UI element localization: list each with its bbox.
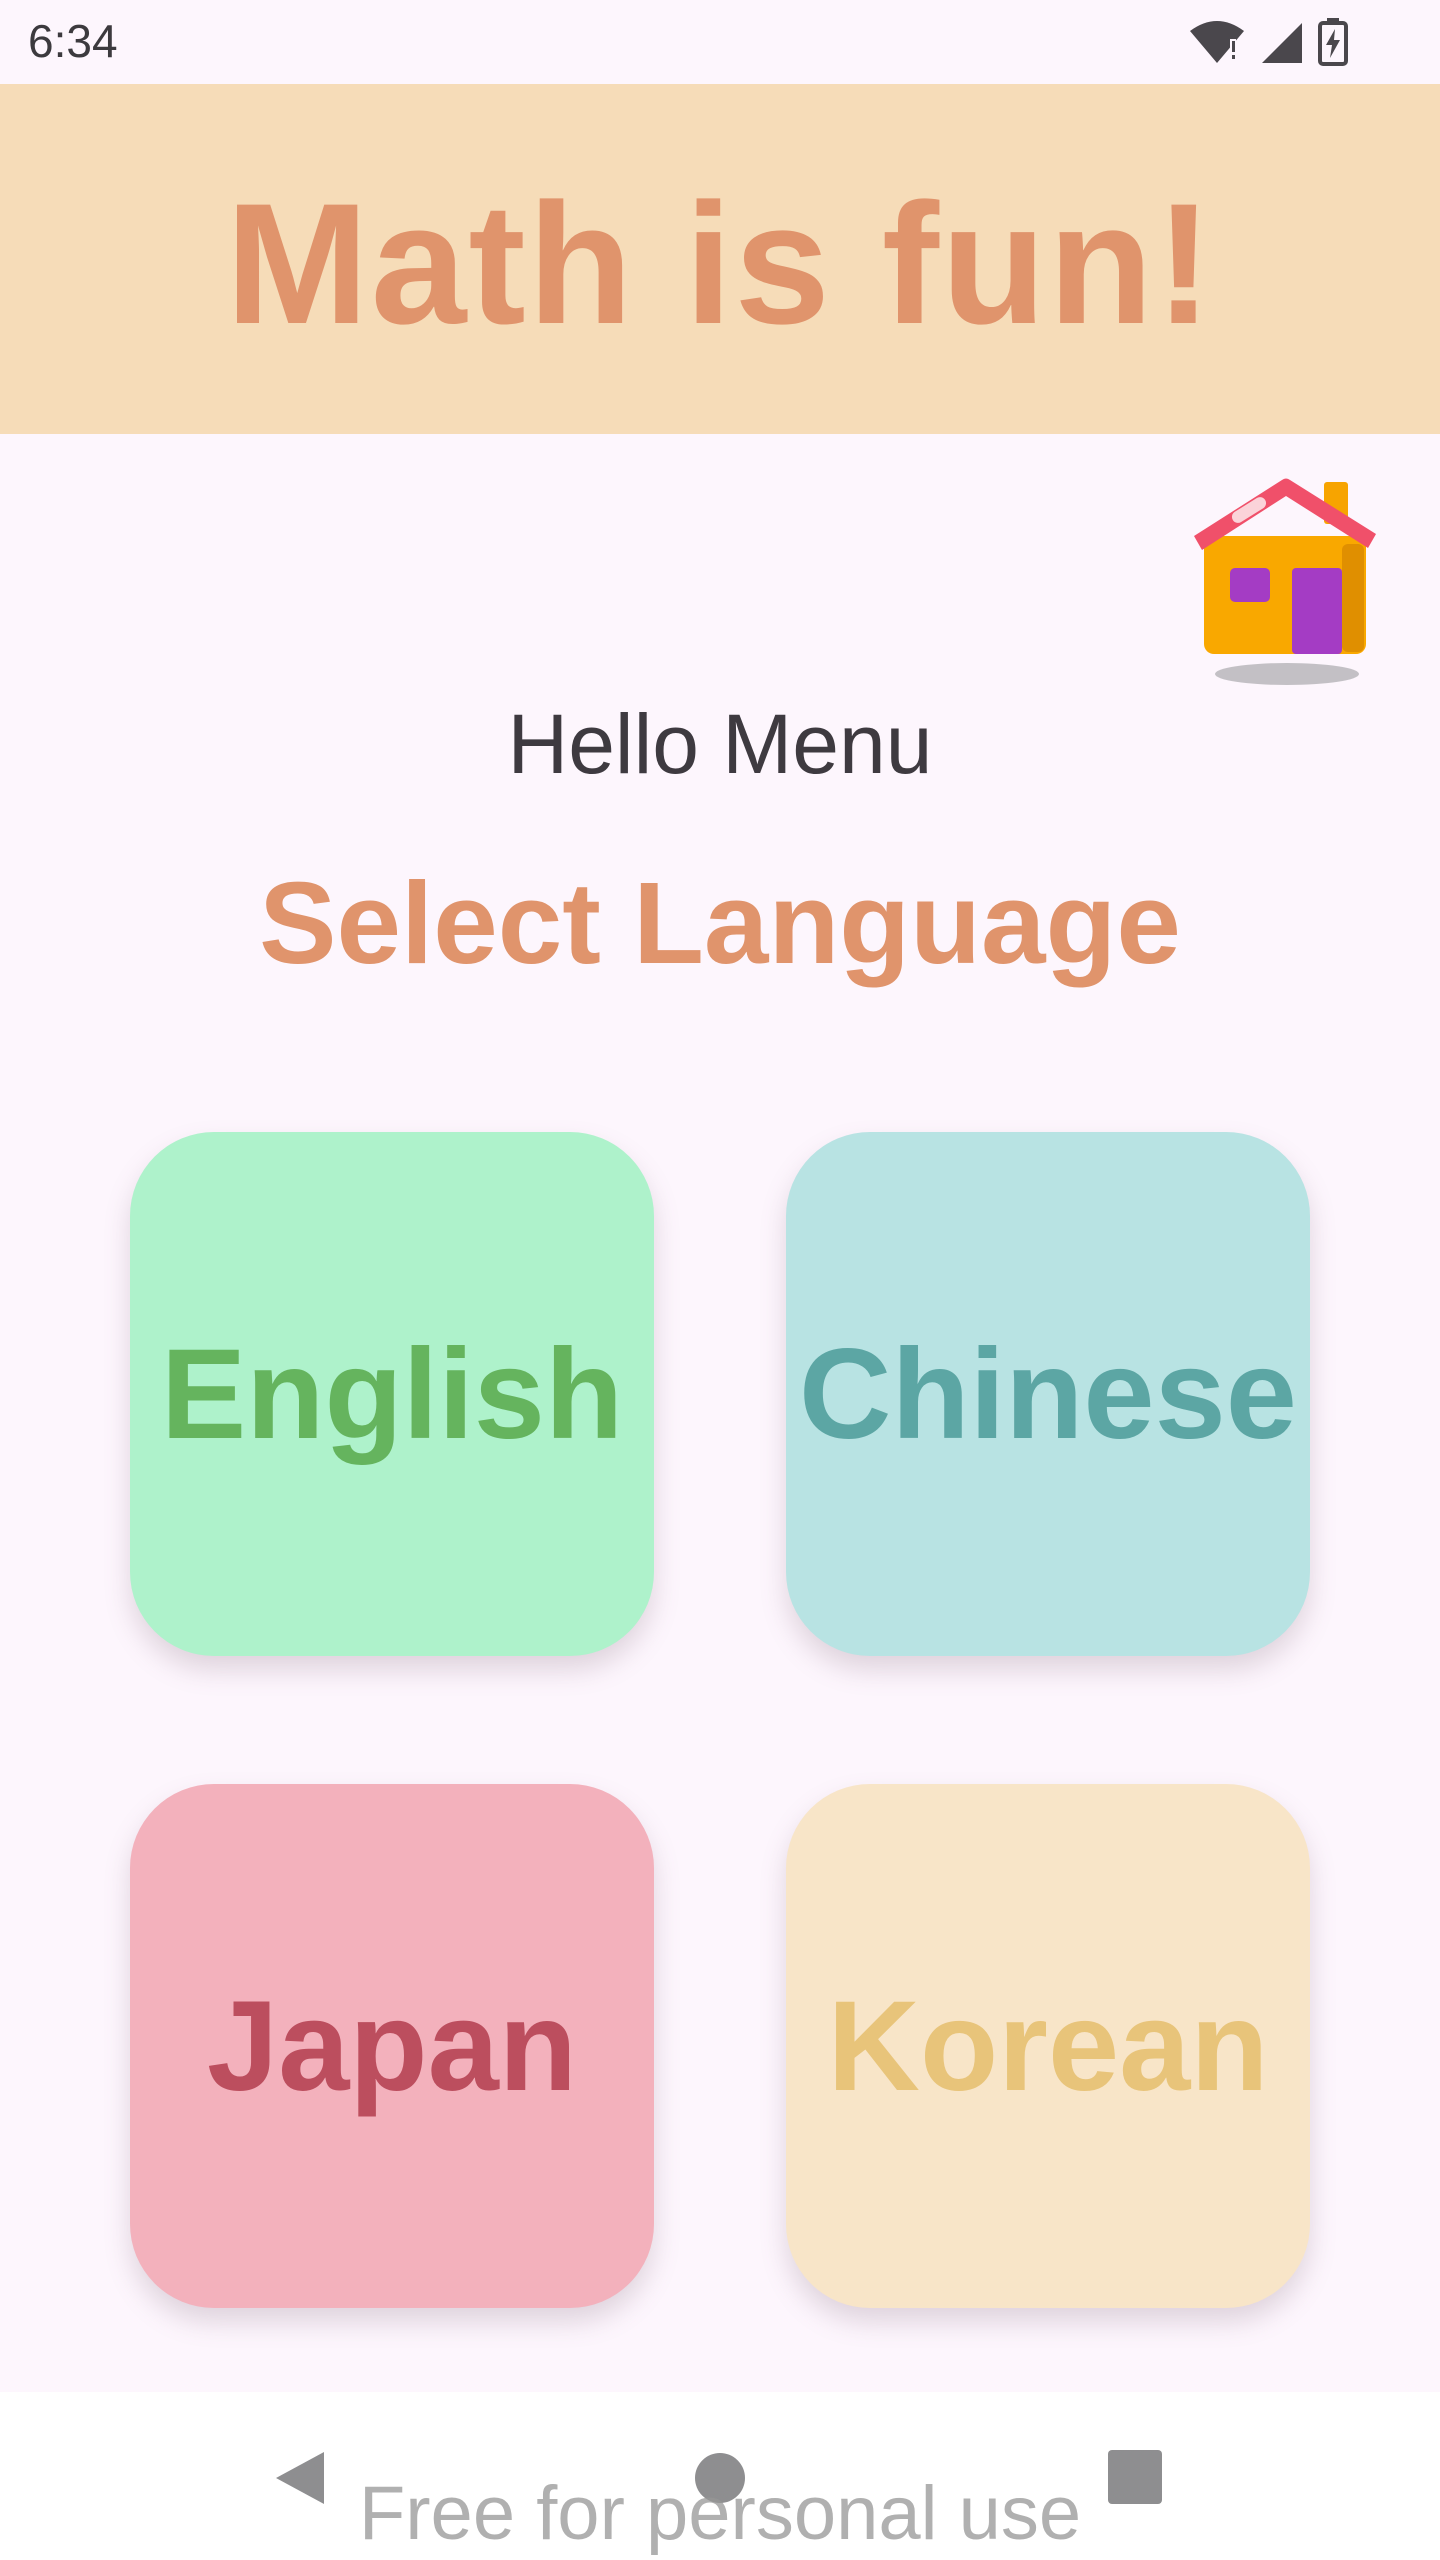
chinese-label: Chinese xyxy=(799,1322,1297,1466)
english-button[interactable]: English xyxy=(130,1132,654,1656)
wifi-icon xyxy=(1190,21,1244,63)
app-title: Math is fun! xyxy=(225,168,1215,360)
status-bar: 6:34 xyxy=(0,0,1440,84)
english-label: English xyxy=(160,1322,624,1466)
status-icons xyxy=(1188,18,1348,66)
house-icon xyxy=(1194,478,1376,685)
chinese-button[interactable]: Chinese xyxy=(786,1132,1310,1656)
back-triangle-icon[interactable] xyxy=(272,2448,328,2508)
greeting-text: Hello Menu xyxy=(507,697,933,791)
navigation-bar: Free for personal use xyxy=(0,2392,1440,2560)
korean-button[interactable]: Korean xyxy=(786,1784,1310,2308)
status-time: 6:34 xyxy=(28,15,118,67)
korean-label: Korean xyxy=(827,1974,1269,2118)
japan-label: Japan xyxy=(207,1974,577,2118)
recents-square-icon[interactable] xyxy=(1108,2450,1162,2504)
battery-charging-icon xyxy=(1318,18,1348,66)
home-circle-icon[interactable] xyxy=(694,2452,746,2504)
japan-button[interactable]: Japan xyxy=(130,1784,654,2308)
cellular-signal-icon xyxy=(1262,23,1302,63)
select-language-title: Select Language xyxy=(259,858,1181,988)
app-header: Math is fun! xyxy=(0,84,1440,434)
home-button[interactable] xyxy=(1190,474,1380,694)
